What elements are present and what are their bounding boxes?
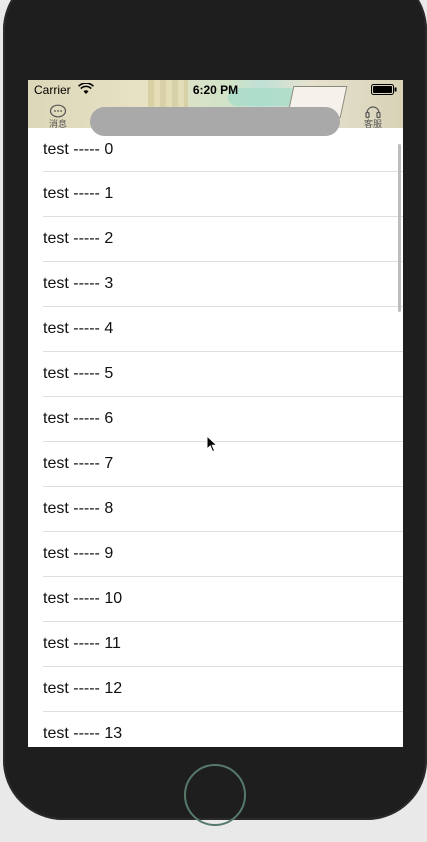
customer-service-nav-button[interactable]: 客服 [361,104,385,128]
list-item[interactable]: test ----- 2 [43,217,403,262]
list-item-label: test ----- 6 [43,410,114,427]
list-item-label: test ----- 3 [43,275,114,292]
list-item[interactable]: test ----- 9 [43,532,403,577]
list-item[interactable]: test ----- 13 [43,712,403,747]
scroll-indicator[interactable] [398,144,401,312]
list-item-label: test ----- 0 [43,140,114,158]
home-button[interactable] [184,764,246,826]
status-bar: Carrier 6:20 PM [28,80,403,100]
list-item[interactable]: test ----- 7 [43,442,403,487]
list-item[interactable]: test ----- 12 [43,667,403,712]
list-item-label: test ----- 5 [43,365,114,382]
list-item[interactable]: test ----- 10 [43,577,403,622]
cursor-icon [206,435,218,453]
list-item[interactable]: test ----- 1 [43,172,403,217]
list-item-label: test ----- 9 [43,545,114,562]
list-item-label: test ----- 7 [43,455,114,472]
customer-service-nav-label: 客服 [363,119,382,128]
list-item[interactable]: test ----- 3 [43,262,403,307]
list-item[interactable]: test ----- 4 [43,307,403,352]
message-icon [49,104,67,118]
list-item-label: test ----- 4 [43,320,114,337]
list-item-label: test ----- 1 [43,185,114,202]
list-item-label: test ----- 8 [43,500,114,517]
list-item[interactable]: test ----- 6 [43,397,403,442]
search-bar[interactable] [90,107,340,136]
list-item-label: test ----- 2 [43,230,114,247]
list-item[interactable]: test ----- 5 [43,352,403,397]
headset-icon [365,106,381,119]
list-item[interactable]: test ----- 11 [43,622,403,667]
messages-nav-button[interactable]: 消息 [46,104,70,128]
battery-icon [371,84,397,95]
status-time: 6:20 PM [192,83,239,97]
simulator-stage: Carrier 6:20 PM 消息 客服 test ----- 0 test … [0,0,427,842]
app-screen: Carrier 6:20 PM 消息 客服 test ----- 0 test … [28,80,403,747]
list-item-label: test ----- 13 [43,725,123,742]
list-item[interactable]: test ----- 8 [43,487,403,532]
list-item-label: test ----- 11 [43,635,121,652]
messages-nav-label: 消息 [48,119,67,128]
list-item-label: test ----- 10 [43,590,123,607]
list-item-label: test ----- 12 [43,680,123,697]
